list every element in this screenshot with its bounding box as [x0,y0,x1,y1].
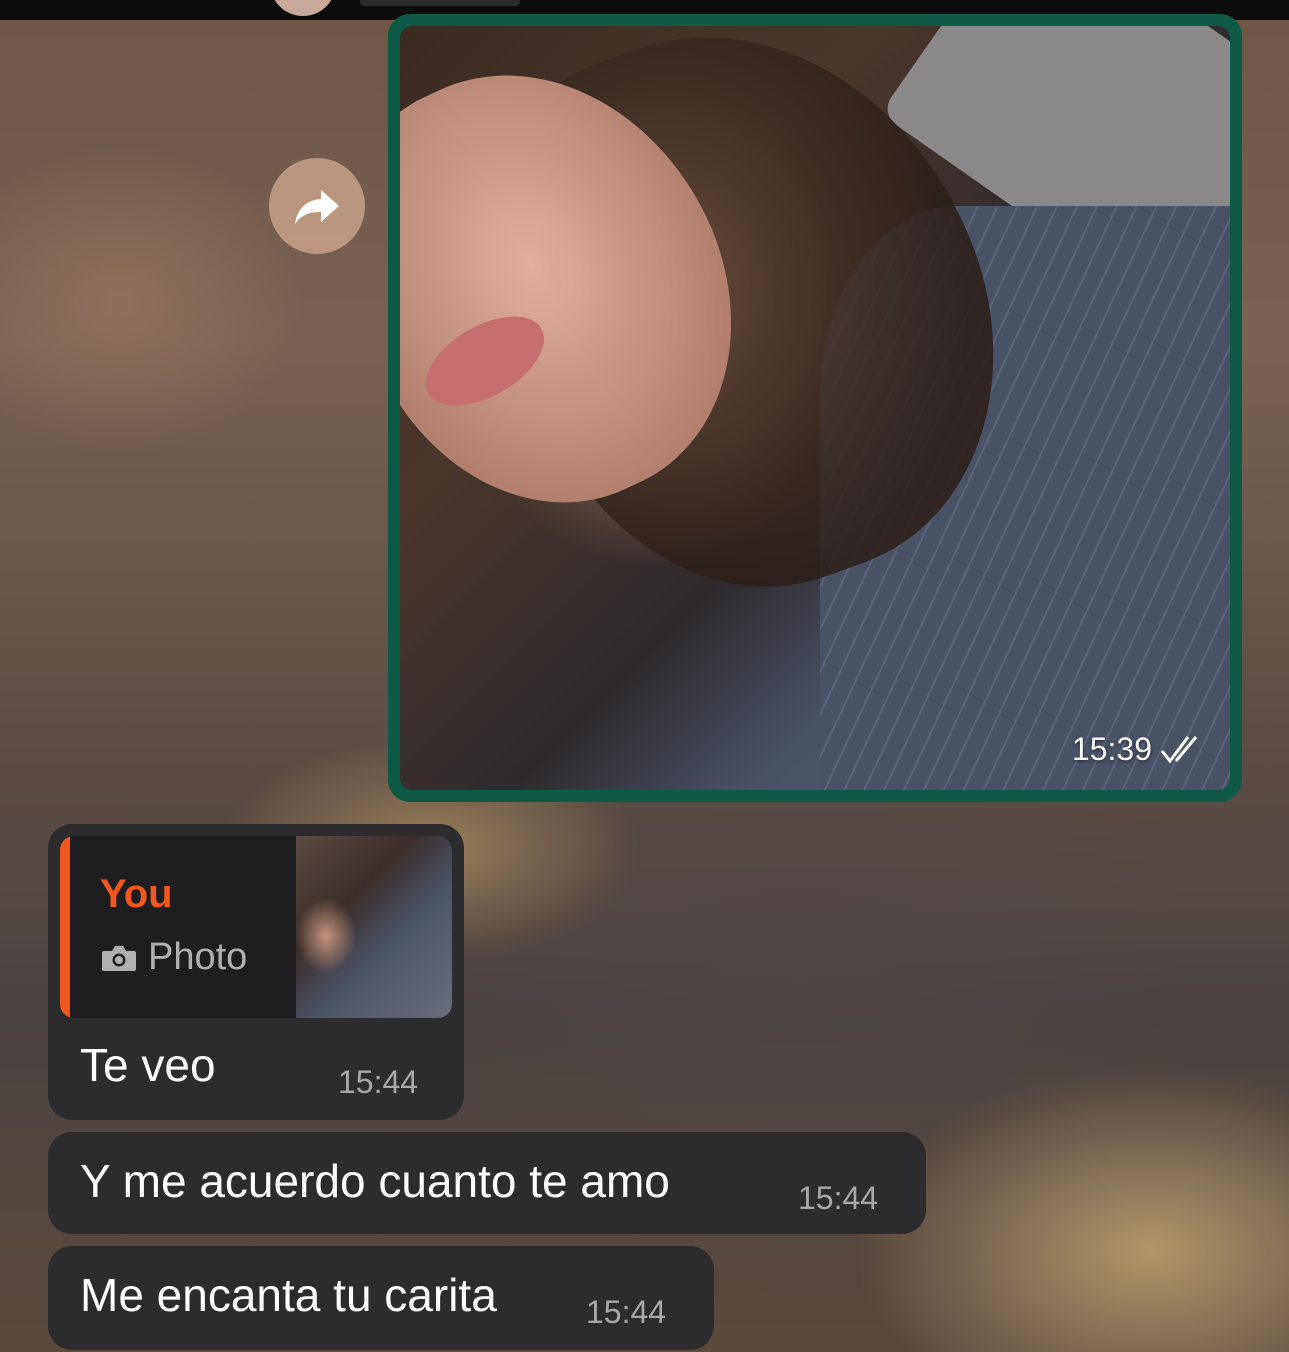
message-timestamp: 15:44 [586,1294,667,1330]
quote-author: You [100,872,173,916]
message-bubble[interactable]: Y me acuerdo cuanto te amo 15:44 [48,1132,926,1234]
forward-button[interactable] [269,158,365,254]
contact-avatar[interactable] [270,0,336,16]
quote-kind: Photo [100,936,247,979]
message-bubble[interactable]: Me encanta tu carita 15:44 [48,1246,714,1350]
message-text: Y me acuerdo cuanto te amo [80,1155,670,1207]
reply-message-bubble[interactable]: You Photo Te veo 15:44 [48,824,464,1120]
double-check-icon [1160,735,1198,763]
message-text: Me encanta tu carita [80,1269,497,1321]
share-arrow-icon [295,190,339,224]
quoted-message[interactable]: You Photo [60,836,452,1018]
photo-timestamp: 15:39 [1072,731,1204,768]
message-timestamp: 15:44 [338,1064,419,1100]
message-timestamp: 15:44 [798,1180,879,1216]
quote-accent-bar [60,836,70,1018]
quote-thumbnail [296,836,452,1018]
message-photo[interactable]: 15:39 [400,26,1230,790]
message-text: Te veo [80,1039,216,1091]
camera-icon [102,945,136,971]
photo-message-bubble[interactable]: 15:39 [388,14,1242,802]
contact-name[interactable] [360,0,520,6]
